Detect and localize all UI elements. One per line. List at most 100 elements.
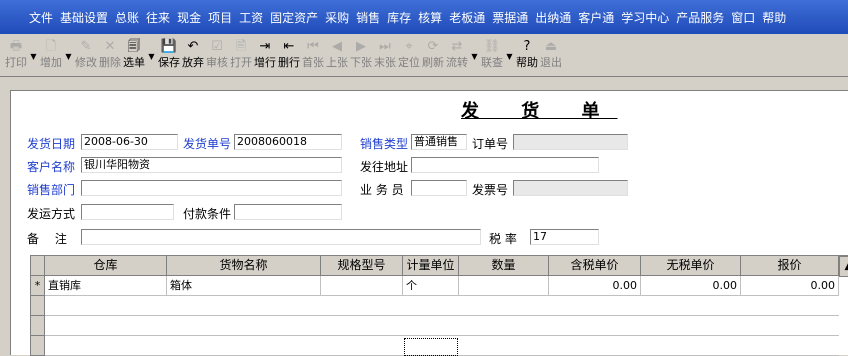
tax-rate-label: 税 率: [489, 232, 517, 246]
dept-field[interactable]: [81, 180, 342, 196]
menu-bills[interactable]: 票据通: [492, 9, 528, 26]
floppy-icon: 💾: [160, 39, 178, 54]
dept-label: 销售部门: [27, 183, 76, 197]
save-button[interactable]: 💾 保存: [157, 39, 181, 73]
row-marker-empty[interactable]: [31, 296, 45, 316]
ship-date-label: 发货日期: [27, 137, 76, 151]
cell-price-notax[interactable]: 0.00: [641, 276, 741, 296]
menu-products[interactable]: 产品服务: [676, 9, 724, 26]
cell-warehouse[interactable]: 直销库: [45, 276, 167, 296]
link-dropdown[interactable]: ▼: [505, 39, 514, 73]
sale-type-field[interactable]: 普通销售: [411, 134, 467, 150]
cell-goods-name[interactable]: 箱体: [167, 276, 321, 296]
col-header-price-tax[interactable]: 含税单价: [549, 256, 641, 276]
prev-button[interactable]: ◀ 上张: [325, 39, 349, 73]
row-marker-empty[interactable]: [31, 336, 45, 356]
link-button[interactable]: ⛓ 联查: [480, 39, 504, 73]
menu-basic-settings[interactable]: 基础设置: [60, 9, 108, 26]
locate-button[interactable]: ⌖ 定位: [397, 39, 421, 73]
focused-cell[interactable]: [404, 338, 458, 356]
refresh-button[interactable]: ⟳ 刷新: [421, 39, 445, 73]
col-header-qty[interactable]: 数量: [459, 256, 549, 276]
order-no-field[interactable]: [513, 134, 628, 150]
flow-icon: ⇄: [451, 39, 463, 54]
tax-rate-field[interactable]: 17: [530, 229, 599, 245]
grid-corner: [31, 256, 45, 276]
next-button[interactable]: ▶ 下张: [349, 39, 373, 73]
select-button[interactable]: 🗐 选单: [122, 39, 146, 73]
menu-window[interactable]: 窗口: [731, 9, 755, 26]
col-header-unit[interactable]: 计量单位: [403, 256, 459, 276]
payment-field[interactable]: [234, 204, 342, 220]
first-button[interactable]: ⏮ 首张: [301, 39, 325, 73]
audit-icon: ☑: [211, 39, 223, 54]
add-row-icon: ⇥: [259, 39, 271, 54]
menu-general-ledger[interactable]: 总账: [115, 9, 139, 26]
col-header-spec[interactable]: 规格型号: [321, 256, 403, 276]
remark-field[interactable]: [81, 229, 481, 245]
printer-icon: 🖶: [9, 39, 23, 54]
exit-button[interactable]: ⏏ 退出: [539, 39, 563, 73]
menu-help[interactable]: 帮助: [762, 9, 786, 26]
menu-cashier[interactable]: 出纳通: [535, 9, 571, 26]
add-button[interactable]: 🗋 增加: [39, 39, 63, 73]
salesman-field[interactable]: [411, 180, 467, 196]
cell-quote[interactable]: 0.00: [741, 276, 839, 296]
table-row[interactable]: [45, 296, 839, 316]
audit-button[interactable]: ☑ 审核: [205, 39, 229, 73]
order-no-label: 订单号: [472, 137, 509, 151]
prev-icon: ◀: [332, 39, 342, 54]
row-marker-empty[interactable]: [31, 316, 45, 336]
print-dropdown[interactable]: ▼: [29, 39, 38, 73]
menu-customer[interactable]: 客户通: [578, 9, 614, 26]
modify-button[interactable]: ✎ 修改: [74, 39, 98, 73]
last-button[interactable]: ⏭ 末张: [373, 39, 397, 73]
cell-unit[interactable]: 个: [403, 276, 459, 296]
menu-learning[interactable]: 学习中心: [621, 9, 669, 26]
cell-price-tax[interactable]: 0.00: [549, 276, 641, 296]
sale-type-label: 销售类型: [360, 137, 409, 151]
row-marker[interactable]: *: [31, 276, 45, 296]
col-header-price-notax[interactable]: 无税单价: [641, 256, 741, 276]
menu-sales[interactable]: 销售: [356, 9, 380, 26]
menu-bar: 文件 基础设置 总账 往来 现金 项目 工资 固定资产 采购 销售 库存 核算 …: [0, 0, 848, 34]
menu-payroll[interactable]: 工资: [239, 9, 263, 26]
ship-date-field[interactable]: 2008-06-30: [81, 134, 178, 150]
menu-accounts[interactable]: 往来: [146, 9, 170, 26]
document-canvas: 发 货 单 发货日期 2008-06-30 发货单号 2008060018 销售…: [10, 90, 848, 356]
menu-fixed-assets[interactable]: 固定资产: [270, 9, 318, 26]
select-doc-icon: 🗐: [127, 39, 141, 54]
add-row-button[interactable]: ⇥ 增行: [253, 39, 277, 73]
customer-field[interactable]: 银川华阳物资: [81, 157, 342, 173]
menu-cash[interactable]: 现金: [177, 9, 201, 26]
delete-row-button[interactable]: ⇤ 删行: [277, 39, 301, 73]
col-header-goods-name[interactable]: 货物名称: [167, 256, 321, 276]
menu-purchase[interactable]: 采购: [325, 9, 349, 26]
col-header-quote[interactable]: 报价: [741, 256, 839, 276]
menu-file[interactable]: 文件: [29, 9, 53, 26]
flow-button[interactable]: ⇄ 流转: [445, 39, 469, 73]
ship-addr-field[interactable]: [411, 157, 599, 173]
delete-button[interactable]: ✕ 删除: [98, 39, 122, 73]
print-button[interactable]: 🖶 打印: [4, 39, 28, 73]
menu-costing[interactable]: 核算: [418, 9, 442, 26]
invoice-no-field[interactable]: [513, 180, 628, 196]
select-dropdown[interactable]: ▼: [147, 39, 156, 73]
customer-label: 客户名称: [27, 160, 76, 174]
table-row[interactable]: [45, 316, 839, 336]
cell-qty[interactable]: [459, 276, 549, 296]
menu-boss[interactable]: 老板通: [449, 9, 485, 26]
flow-dropdown[interactable]: ▼: [470, 39, 479, 73]
menu-inventory[interactable]: 库存: [387, 9, 411, 26]
scroll-up-arrow-icon[interactable]: ▲: [839, 256, 848, 277]
ship-method-field[interactable]: [81, 204, 174, 220]
abandon-button[interactable]: ↶ 放弃: [181, 39, 205, 73]
help-button[interactable]: ? 帮助: [515, 39, 539, 73]
cell-spec[interactable]: [321, 276, 403, 296]
open-button[interactable]: 🗎 打开: [229, 39, 253, 73]
col-header-warehouse[interactable]: 仓库: [45, 256, 167, 276]
invoice-no-label: 发票号: [472, 183, 509, 197]
add-dropdown[interactable]: ▼: [64, 39, 73, 73]
menu-project[interactable]: 项目: [208, 9, 232, 26]
ship-no-field[interactable]: 2008060018: [234, 134, 342, 150]
